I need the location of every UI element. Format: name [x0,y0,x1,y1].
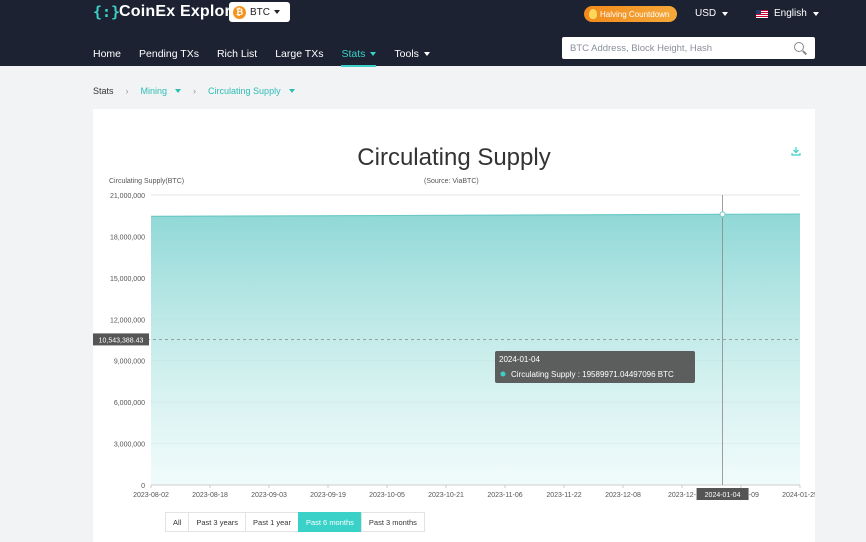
brand-logo[interactable]: {:} CoinEx Explorer [93,3,246,21]
tooltip-series-marker [500,371,506,377]
circulating-supply-chart[interactable]: 21,000,000 18,000,000 15,000,000 12,000,000… [93,109,815,542]
flame-icon [589,9,597,19]
chevron-down-icon [274,10,280,14]
crosshair-x-label: 2024-01-04 [705,492,741,499]
brand-name: CoinEx Explorer [119,3,247,20]
y-tick-label: 3,000,000 [114,442,145,449]
x-tick-label: 2024-01-25 [782,492,815,499]
nav-large-txs[interactable]: Large TXs [275,42,323,66]
y-tick-label: 15,000,000 [110,276,145,283]
search-input[interactable] [570,42,794,54]
nav-large-txs-label: Large TXs [275,48,324,60]
chevron-down-icon [423,52,430,56]
x-tick-label: 2023-12-08 [605,492,641,499]
tooltip-value: Circulating Supply : 19589971.04497096 B… [511,370,674,379]
chevron-right-icon: › [193,86,197,96]
breadcrumb-root[interactable]: Stats [93,86,114,96]
coinex-logo-icon: {:} [93,3,121,21]
nav-stats-label: Stats [341,48,366,60]
nav-tools[interactable]: Tools [394,42,430,66]
y-tick-label: 18,000,000 [110,234,145,241]
x-tick-label: 2023-08-02 [133,492,169,499]
chevron-down-icon [722,11,729,16]
y-tick-label: 6,000,000 [114,400,145,407]
x-tick-label: 2023-10-05 [369,492,405,499]
x-tick-label: 2023-08-18 [192,492,228,499]
nav-rich-list[interactable]: Rich List [217,42,257,66]
filter-past-3-years[interactable]: Past 3 years [188,512,246,532]
search-box [562,37,815,59]
filter-past-1-year[interactable]: Past 1 year [245,512,298,532]
currency-selector[interactable]: USD [695,8,729,19]
main-nav: Home Pending TXs Rich List Large TXs Sta… [93,42,430,67]
halving-countdown-button[interactable]: Halving Countdown [584,6,677,22]
us-flag-icon [756,9,768,18]
filter-past-6-months[interactable]: Past 6 months [297,512,361,532]
breadcrumb-circulating-supply[interactable]: Circulating Supply [208,86,295,96]
language-selector[interactable]: English [756,8,819,19]
chevron-down-icon [370,52,377,56]
filter-all[interactable]: All [165,512,189,532]
nav-pending-txs[interactable]: Pending TXs [139,42,199,66]
nav-home[interactable]: Home [93,42,121,66]
chevron-down-icon [288,89,295,93]
breadcrumb-mining-label: Mining [140,86,168,96]
x-tick-label: 2023-09-03 [251,492,287,499]
currency-label: USD [695,8,717,19]
nav-home-label: Home [93,48,122,60]
halving-countdown-label: Halving Countdown [600,9,670,19]
chevron-right-icon: › [125,86,129,96]
nav-tools-label: Tools [394,48,419,60]
y-tick-label: 9,000,000 [114,359,145,366]
chart-card: Circulating Supply Circulating Supply(BT… [93,109,815,542]
nav-stats[interactable]: Stats [341,42,377,67]
breadcrumb-circulating-supply-label: Circulating Supply [208,86,281,96]
x-tick-label: 2023-10-21 [428,492,464,499]
crosshair-y-label: 10,543,388.43 [99,337,144,344]
x-tick-label: 2023-09-19 [310,492,346,499]
bitcoin-icon: ₿ [233,5,246,19]
y-tick-label: 12,000,000 [110,317,145,324]
coin-selector[interactable]: ₿ BTC [229,2,290,22]
chevron-down-icon [175,89,182,93]
nav-pending-txs-label: Pending TXs [139,48,199,60]
x-tick-label: 2023-11-06 [487,492,522,499]
breadcrumb-mining[interactable]: Mining [141,86,182,96]
tooltip-date: 2024-01-04 [499,355,540,364]
nav-rich-list-label: Rich List [216,48,258,60]
search-icon[interactable] [794,41,807,55]
x-tick-label: 2023-11-22 [546,492,581,499]
filter-past-3-months[interactable]: Past 3 months [360,512,425,532]
y-tick-label: 21,000,000 [110,193,145,200]
supply-area [151,214,800,486]
time-range-filters: All Past 3 years Past 1 year Past 6 mont… [165,512,425,532]
breadcrumb: Stats › Mining › Circulating Supply [93,86,295,96]
coin-selector-label: BTC [250,6,270,18]
hover-point [719,211,726,218]
y-tick-label: 0 [141,483,145,490]
x-tick-label: 2023-12- [668,492,697,499]
language-label: English [774,8,807,19]
chevron-down-icon [812,11,819,16]
top-navigation-bar: {:} CoinEx Explorer ₿ BTC Halving Countd… [0,0,866,67]
